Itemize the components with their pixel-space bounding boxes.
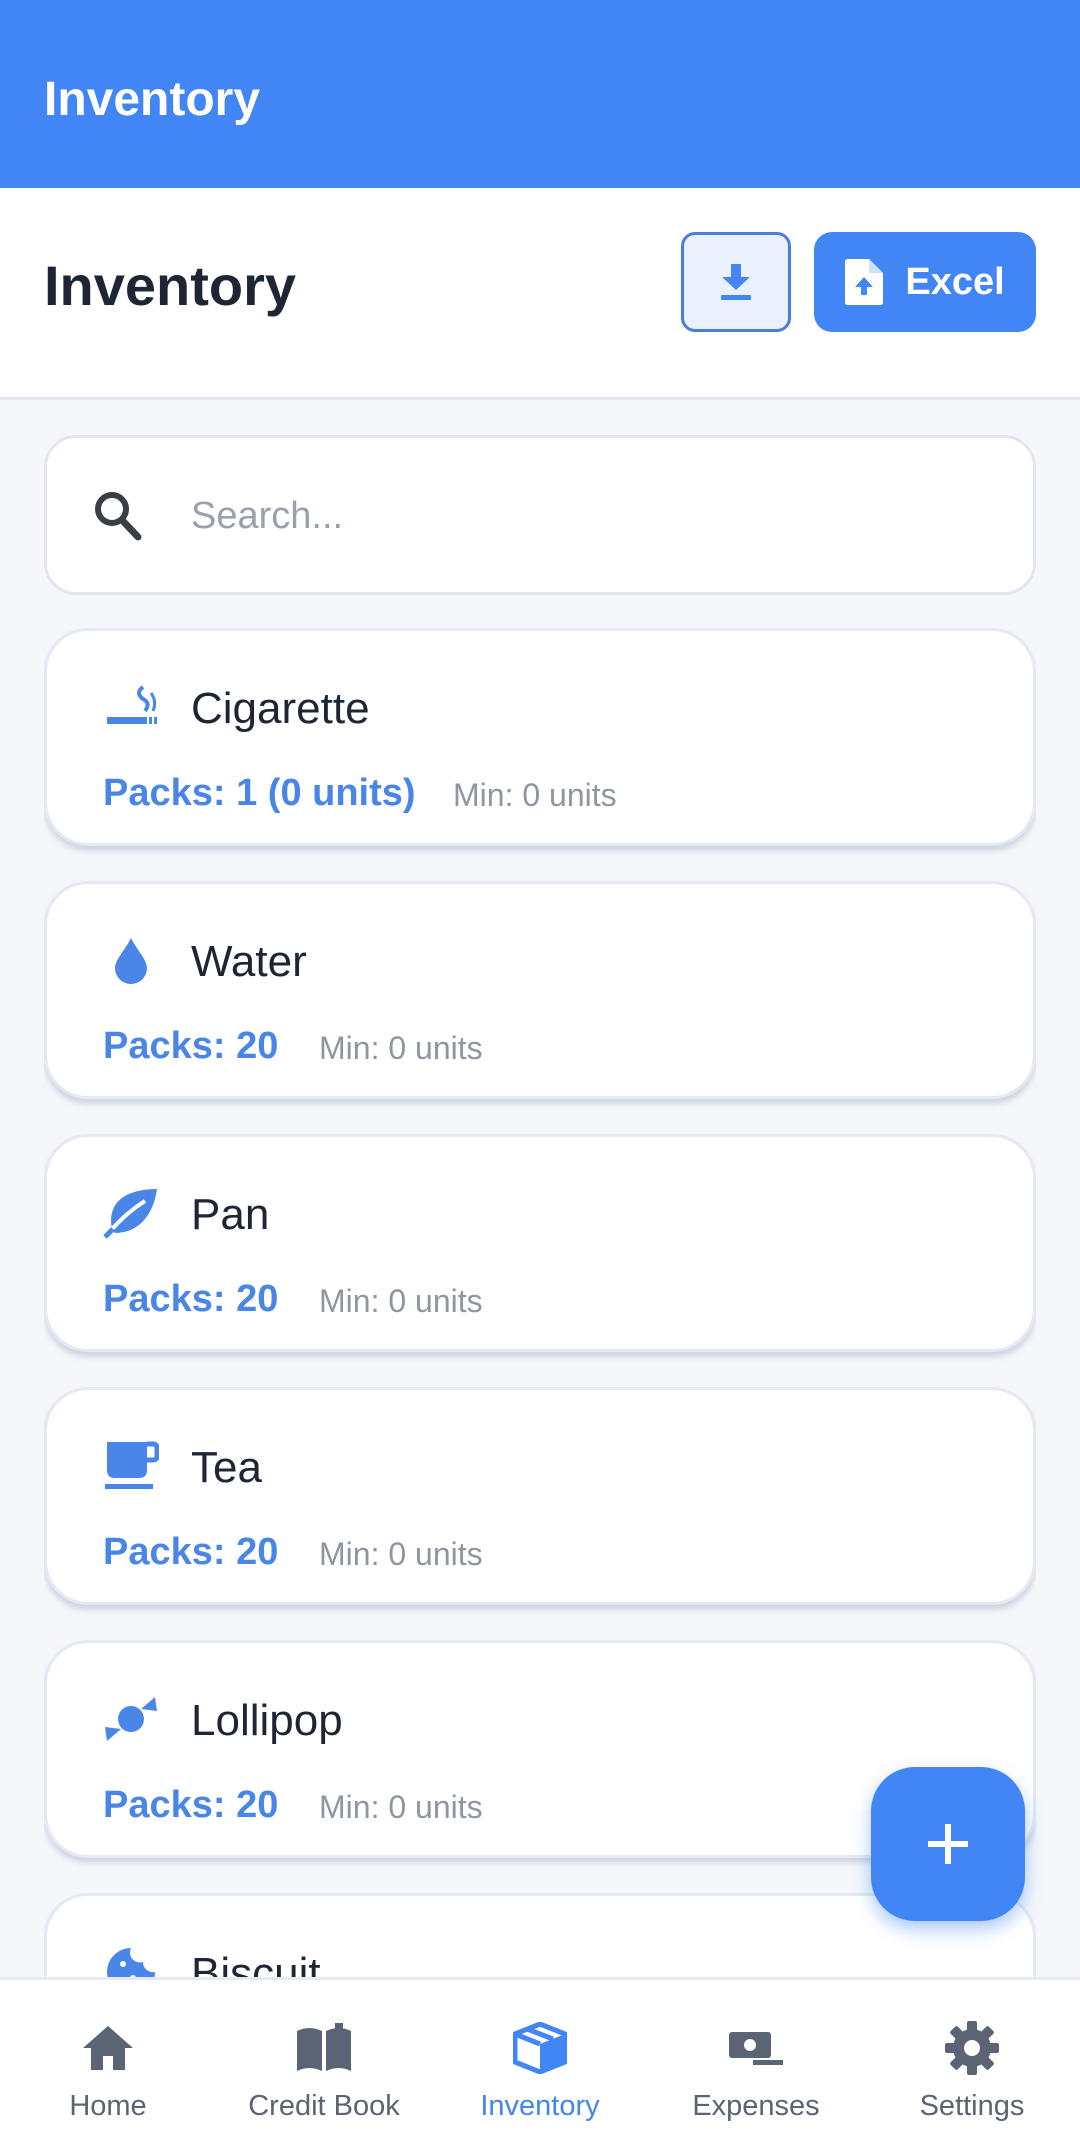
add-item-button[interactable] xyxy=(871,1767,1025,1921)
excel-button-label: Excel xyxy=(905,260,1005,303)
bottom-nav: Home Credit Book Inventory Expenses Sett… xyxy=(0,1977,1080,2147)
item-packs: Packs: 20 xyxy=(103,1025,279,1067)
page-header: Inventory Excel xyxy=(0,188,1080,400)
item-packs: Packs: 20 xyxy=(103,1784,279,1826)
item-min: Min: 0 units xyxy=(453,777,617,813)
item-packs: Packs: 20 xyxy=(103,1531,279,1573)
nav-item-credit-book[interactable]: Credit Book xyxy=(216,1980,432,2147)
plus-icon xyxy=(928,1824,968,1864)
item-name: Cigarette xyxy=(191,684,370,733)
nav-item-settings[interactable]: Settings xyxy=(864,1980,1080,2147)
item-name: Pan xyxy=(191,1190,270,1239)
item-min: Min: 0 units xyxy=(319,1283,483,1319)
item-name: Biscuit xyxy=(191,1949,321,1977)
nav-item-expenses[interactable]: Expenses xyxy=(648,1980,864,2147)
box-icon xyxy=(513,2020,567,2076)
nav-label: Inventory xyxy=(480,2090,600,2122)
item-min: Min: 0 units xyxy=(319,1536,483,1572)
leaf-icon xyxy=(103,1185,159,1241)
book-icon xyxy=(295,2020,353,2076)
inventory-card-cigarette[interactable]: Cigarette Packs: 1 (0 units) Min: 0 unit… xyxy=(44,628,1036,846)
download-button[interactable] xyxy=(681,232,791,332)
item-min: Min: 0 units xyxy=(319,1789,483,1825)
home-icon xyxy=(81,2020,135,2076)
inventory-card-pan[interactable]: Pan Packs: 20 Min: 0 units xyxy=(44,1134,1036,1352)
app-bar-title: Inventory xyxy=(44,73,261,126)
nav-label: Settings xyxy=(919,2090,1025,2122)
search-input[interactable] xyxy=(191,478,991,554)
inventory-card-water[interactable]: Water Packs: 20 Min: 0 units xyxy=(44,881,1036,1099)
inventory-card-tea[interactable]: Tea Packs: 20 Min: 0 units xyxy=(44,1387,1036,1605)
inventory-list: Cigarette Packs: 1 (0 units) Min: 0 unit… xyxy=(44,628,1036,1977)
item-name: Water xyxy=(191,937,307,986)
money-icon xyxy=(727,2020,785,2076)
page-title: Inventory xyxy=(44,254,297,317)
item-min: Min: 0 units xyxy=(319,1030,483,1066)
smoking-icon xyxy=(103,679,159,735)
nav-label: Expenses xyxy=(692,2090,820,2122)
search-bar[interactable] xyxy=(44,435,1036,595)
download-icon xyxy=(721,264,751,300)
excel-button[interactable]: Excel xyxy=(814,232,1036,332)
nav-item-inventory[interactable]: Inventory xyxy=(432,1980,648,2147)
cup-icon xyxy=(103,1438,159,1494)
item-packs: Packs: 1 (0 units) xyxy=(103,772,416,814)
item-name: Tea xyxy=(191,1443,262,1492)
gear-icon xyxy=(945,2020,999,2076)
search-icon xyxy=(95,492,142,541)
nav-label: Home xyxy=(69,2090,147,2122)
nav-item-home[interactable]: Home xyxy=(0,1980,216,2147)
item-name: Lollipop xyxy=(191,1696,343,1745)
cookie-icon xyxy=(103,1944,159,1977)
app-bar: Inventory xyxy=(0,0,1080,188)
water-drop-icon xyxy=(103,932,159,988)
nav-label: Credit Book xyxy=(248,2090,400,2122)
item-packs: Packs: 20 xyxy=(103,1278,279,1320)
candy-icon xyxy=(103,1691,159,1747)
file-upload-icon xyxy=(845,259,884,305)
